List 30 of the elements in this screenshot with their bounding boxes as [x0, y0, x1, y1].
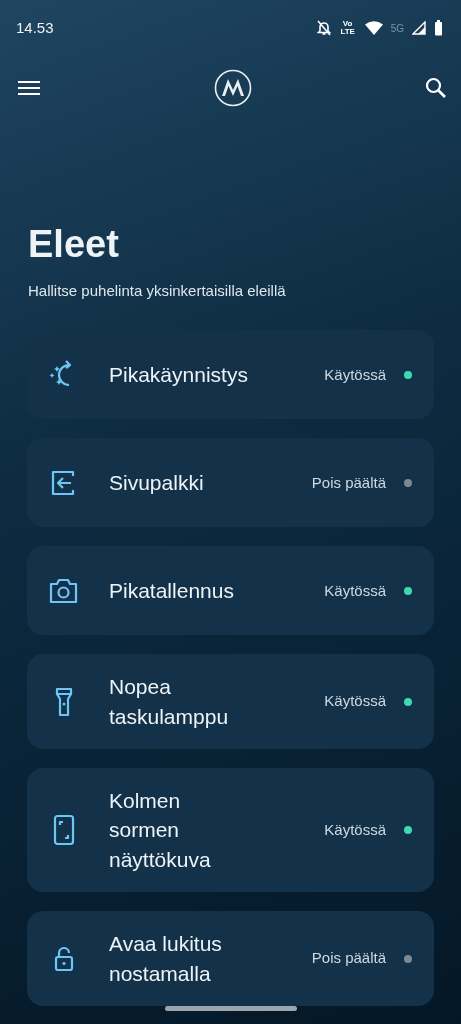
menu-icon[interactable] [18, 80, 40, 96]
volte-indicator: Vo LTE [339, 20, 356, 36]
gesture-title: Avaa lukitus nostamalla [109, 931, 223, 987]
gesture-title: Kolmen sormen näyttökuva [109, 788, 212, 873]
gesture-card[interactable]: Nopea taskulamppu Käytössä [27, 654, 434, 750]
gesture-title: Nopea taskulamppu [109, 674, 230, 730]
search-icon[interactable] [425, 77, 447, 99]
wifi-icon [364, 21, 383, 35]
gesture-status: Käytössä [324, 819, 386, 840]
page-title: Eleet [28, 224, 120, 266]
bell-off-icon [316, 20, 331, 36]
gesture-card[interactable]: Pikakäynnistys Käytössä [27, 330, 434, 420]
gesture-card[interactable]: Pikatallennus Käytössä [27, 546, 434, 636]
gesture-status: Pois päältä [311, 948, 386, 969]
network-type: 5G [390, 21, 404, 36]
page-subtitle: Hallitse puhelinta yksinkertaisilla eleillä [28, 280, 287, 301]
gesture-status: Pois päältä [311, 472, 386, 493]
gesture-title: Pikakäynnistys [109, 362, 249, 389]
clock: 14.53 [16, 17, 54, 38]
gesture-title: Pikatallennus [109, 578, 235, 605]
gesture-card[interactable]: Kolmen sormen näyttökuva Käytössä [27, 768, 434, 893]
logo-icon [213, 69, 252, 107]
gesture-card[interactable]: Sivupalkki Pois päältä [27, 438, 434, 528]
gesture-status: Käytössä [324, 691, 386, 712]
gesture-title: Sivupalkki [109, 470, 205, 497]
gesture-card[interactable]: Avaa lukitus nostamalla Pois päältä [27, 911, 434, 1007]
gesture-status: Käytössä [324, 580, 386, 601]
gesture-status: Käytössä [324, 364, 386, 385]
signal-icon [412, 21, 426, 35]
battery-icon [434, 20, 443, 36]
